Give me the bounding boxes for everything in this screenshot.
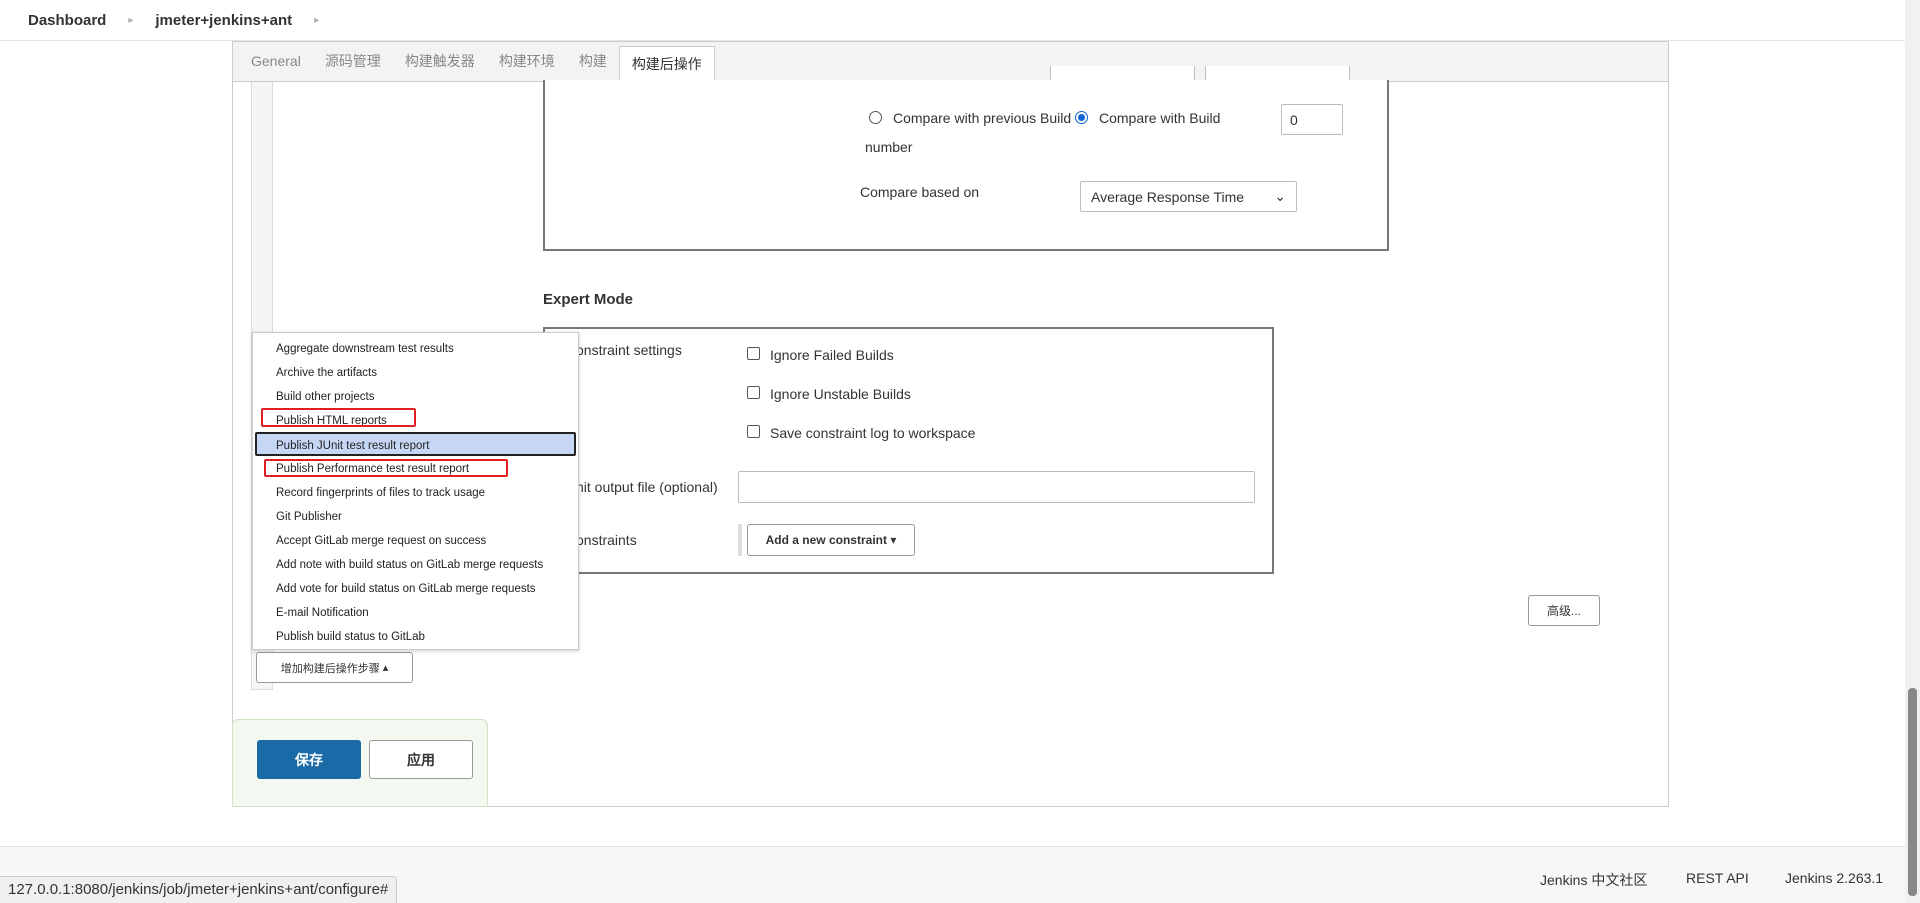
footer-community-link[interactable]: Jenkins 中文社区 xyxy=(1540,870,1647,890)
menu-item-archive-artifacts[interactable]: Archive the artifacts xyxy=(253,361,578,385)
compare-previous-label: Compare with previous Build xyxy=(893,110,1072,126)
compare-previous-radio[interactable] xyxy=(869,111,882,124)
expert-mode-heading: Expert Mode xyxy=(543,291,634,308)
footer-rest-api-link[interactable]: REST API xyxy=(1686,870,1749,886)
compare-build-number-radio[interactable] xyxy=(1075,111,1088,124)
chevron-down-icon: ⌄ xyxy=(1274,188,1286,204)
junit-output-input[interactable] xyxy=(738,471,1255,503)
menu-item-aggregate-downstream[interactable]: Aggregate downstream test results xyxy=(253,337,578,361)
caret-down-icon: ▾ xyxy=(890,533,897,547)
ignore-unstable-label: Ignore Unstable Builds xyxy=(770,386,911,402)
menu-item-accept-gitlab-merge[interactable]: Accept GitLab merge request on success xyxy=(253,529,578,553)
add-constraint-button[interactable]: Add a new constraint ▾ xyxy=(747,524,915,556)
menu-item-gitlab-note[interactable]: Add note with build status on GitLab mer… xyxy=(253,553,578,577)
scrollbar-thumb[interactable] xyxy=(1908,688,1917,896)
menu-item-record-fingerprints[interactable]: Record fingerprints of files to track us… xyxy=(253,481,578,505)
status-url: 127.0.0.1:8080/jenkins/job/jmeter+jenkin… xyxy=(0,876,398,903)
compare-settings-box xyxy=(543,80,1389,251)
menu-item-publish-junit[interactable]: Publish JUnit test result report xyxy=(255,432,576,456)
menu-item-gitlab-build-status[interactable]: Publish build status to GitLab xyxy=(253,625,578,649)
caret-up-icon: ▴ xyxy=(382,662,389,674)
tab-general[interactable]: General xyxy=(239,41,313,81)
advanced-button[interactable]: 高级... xyxy=(1528,595,1600,626)
breadcrumb-dashboard[interactable]: Dashboard xyxy=(28,12,106,29)
apply-button[interactable]: 应用 xyxy=(369,740,473,779)
compare-based-on-value: Average Response Time xyxy=(1091,188,1245,205)
breadcrumb-job[interactable]: jmeter+jenkins+ant xyxy=(155,12,292,29)
annotation-box-html xyxy=(261,408,416,427)
footer-version-link[interactable]: Jenkins 2.263.1 xyxy=(1785,870,1883,886)
menu-item-gitlab-vote[interactable]: Add vote for build status on GitLab merg… xyxy=(253,577,578,601)
menu-item-git-publisher[interactable]: Git Publisher xyxy=(253,505,578,529)
compare-based-on-select[interactable]: Average Response Time ⌄ xyxy=(1080,181,1297,212)
chevron-right-icon[interactable]: ▸ xyxy=(128,15,133,26)
save-log-label: Save constraint log to workspace xyxy=(770,425,976,441)
compare-based-on-label: Compare based on xyxy=(860,184,980,200)
post-build-menu: Aggregate downstream test results Archiv… xyxy=(252,332,579,650)
save-button[interactable]: 保存 xyxy=(257,740,361,779)
ignore-failed-checkbox[interactable] xyxy=(747,347,760,360)
ignore-unstable-checkbox[interactable] xyxy=(747,386,760,399)
menu-item-build-other-projects[interactable]: Build other projects xyxy=(253,385,578,409)
add-post-build-step-button[interactable]: 增加构建后操作步骤 ▴ xyxy=(256,652,413,683)
tab-scm[interactable]: 源码管理 xyxy=(313,41,393,81)
tab-build[interactable]: 构建 xyxy=(567,41,619,81)
compare-build-number-label-1: Compare with Build xyxy=(1099,110,1221,126)
save-log-checkbox[interactable] xyxy=(747,425,760,438)
ignore-failed-label: Ignore Failed Builds xyxy=(770,347,894,363)
constraints-label: onstraints xyxy=(576,532,637,548)
tab-environment[interactable]: 构建环境 xyxy=(487,41,567,81)
menu-item-email-notification[interactable]: E-mail Notification xyxy=(253,601,578,625)
tab-triggers[interactable]: 构建触发器 xyxy=(393,41,487,81)
constraints-bar xyxy=(738,524,742,556)
constraint-settings-label: onstraint settings xyxy=(576,342,682,358)
tab-post-build[interactable]: 构建后操作 xyxy=(618,46,715,82)
build-number-input[interactable]: 0 xyxy=(1281,104,1343,135)
breadcrumb: Dashboard ▸ jmeter+jenkins+ant ▸ xyxy=(0,0,1920,41)
annotation-box-performance xyxy=(264,459,508,477)
junit-output-label: nit output file (optional) xyxy=(576,479,718,495)
config-tabs: General 源码管理 构建触发器 构建环境 构建 构建后操作 xyxy=(233,42,1668,82)
chevron-right-icon[interactable]: ▸ xyxy=(314,15,319,26)
compare-build-number-label-2: number xyxy=(865,139,913,155)
